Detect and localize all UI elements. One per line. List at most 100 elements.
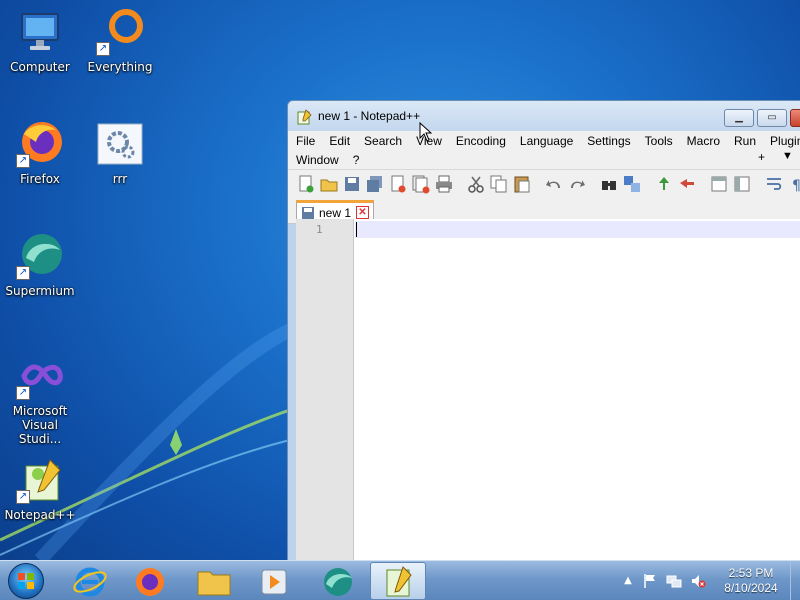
menu-macro[interactable]: Macro [687,134,720,148]
shortcut-arrow-icon: ↗ [16,266,30,280]
desktop-icon-label: Notepad++ [4,508,76,522]
close-file-button[interactable] [388,174,408,194]
windows-logo-icon [18,573,34,589]
title-bar[interactable]: new 1 - Notepad++ ▁ ▭ [288,101,800,131]
menu-search[interactable]: Search [364,134,402,148]
current-line-highlight [355,221,800,238]
maximize-icon: ▭ [767,112,777,123]
shortcut-arrow-icon: ↗ [16,490,30,504]
notepadpp-window[interactable]: new 1 - Notepad++ ▁ ▭ File Edit Search V… [287,100,800,562]
supermium-icon [324,568,352,596]
line-number-gutter: 1 [296,219,354,561]
svg-text:¶: ¶ [792,178,800,194]
menu-plugins[interactable]: Plugin [770,134,800,148]
settings-icon [96,120,144,168]
editor-area[interactable]: 1 [296,219,800,561]
print-button[interactable] [434,174,454,194]
firefox-icon: ↗ [16,120,64,168]
action-center-flag-icon[interactable] [642,573,658,589]
close-all-button[interactable] [411,174,431,194]
window-title: new 1 - Notepad++ [318,109,421,123]
volume-muted-icon[interactable] [690,573,706,589]
media-player-icon [261,569,287,595]
paste-button[interactable] [512,174,532,194]
desktop-icon-label-line2: Visual Studi... [18,418,62,446]
sync-vertical-button[interactable] [709,174,729,194]
clock-date: 8/10/2024 [724,581,778,595]
tab-list-dropdown-button[interactable]: ▼ [782,150,793,162]
desktop-icon-notepadpp[interactable]: ↗ Notepad++ [0,456,80,522]
show-desktop-button[interactable] [790,561,800,600]
toolbar: ¶ [288,169,800,197]
minimize-icon: ▁ [735,112,743,123]
word-wrap-button[interactable] [764,174,784,194]
internet-explorer-icon [73,567,107,597]
show-all-characters-button[interactable]: ¶ [787,174,800,194]
desktop-icon-label: Supermium [5,284,75,298]
taskbar-file-explorer[interactable] [186,562,242,600]
taskbar-firefox[interactable] [122,562,178,600]
menu-tools[interactable]: Tools [645,134,673,148]
desktop-icon-label: Computer [10,60,70,74]
desktop-icon-label: rrr [112,172,128,186]
replace-button[interactable] [622,174,642,194]
taskbar-notepadpp[interactable] [370,562,426,600]
network-icon[interactable] [666,573,682,589]
supermium-icon: ↗ [16,232,64,280]
menu-window[interactable]: Window [296,153,339,167]
taskbar-media-player[interactable] [246,562,302,600]
open-file-button[interactable] [319,174,339,194]
show-hidden-icons-button[interactable]: ▲ [620,573,636,589]
menu-run[interactable]: Run [734,134,756,148]
shortcut-arrow-icon: ↗ [96,42,110,56]
zoom-in-button[interactable] [654,174,674,194]
close-button[interactable] [790,109,800,127]
notepad-plus-plus-icon: ↗ [16,456,64,504]
new-tab-plus-button[interactable]: + [758,150,765,164]
notepad-plus-plus-icon [386,566,412,597]
desktop-icon-firefox[interactable]: ↗ Firefox [0,120,80,186]
taskbar-supermium[interactable] [310,562,366,600]
menu-settings[interactable]: Settings [587,134,630,148]
desktop-icon-label: Everything [87,60,153,74]
desktop-icon-supermium[interactable]: ↗ Supermium [0,232,80,298]
maximize-button[interactable]: ▭ [757,109,787,127]
system-clock[interactable]: 2:53 PM 8/10/2024 [712,566,790,596]
zoom-out-button[interactable] [677,174,697,194]
desktop-icon-everything[interactable]: ↗ Everything [80,8,160,74]
folder-icon [197,571,231,596]
menu-edit[interactable]: Edit [329,134,350,148]
new-file-button[interactable] [296,174,316,194]
shortcut-arrow-icon: ↗ [16,154,30,168]
clock-time: 2:53 PM [728,566,774,580]
cut-button[interactable] [466,174,486,194]
text-caret [356,222,357,237]
computer-icon [16,8,64,56]
save-all-button[interactable] [365,174,385,194]
taskbar: ▲ 2:53 PM 8/10/2024 [0,560,800,600]
mouse-cursor-icon [419,122,433,142]
sync-horizontal-button[interactable] [732,174,752,194]
taskbar-internet-explorer[interactable] [62,562,118,600]
tab-close-icon[interactable]: ✕ [356,206,369,219]
copy-button[interactable] [489,174,509,194]
menu-help[interactable]: ? [353,153,360,167]
firefox-icon [136,568,164,596]
minimize-button[interactable]: ▁ [724,109,754,127]
menu-encoding[interactable]: Encoding [456,134,506,148]
save-button[interactable] [342,174,362,194]
menu-bar: File Edit Search View Encoding Language … [288,131,800,169]
find-button[interactable] [599,174,619,194]
menu-file[interactable]: File [296,134,315,148]
menu-language[interactable]: Language [520,134,573,148]
shortcut-arrow-icon: ↗ [16,386,30,400]
desktop-icon-rrr[interactable]: rrr [80,120,160,186]
everything-icon: ↗ [96,8,144,56]
undo-button[interactable] [544,174,564,194]
visual-studio-icon: ↗ [16,352,64,400]
redo-button[interactable] [567,174,587,194]
desktop-icon-label: Firefox [20,172,60,186]
desktop-icon-visual-studio[interactable]: ↗ Microsoft Visual Studi... [0,352,80,446]
start-button[interactable] [8,563,44,599]
desktop-icon-computer[interactable]: Computer [0,8,80,74]
